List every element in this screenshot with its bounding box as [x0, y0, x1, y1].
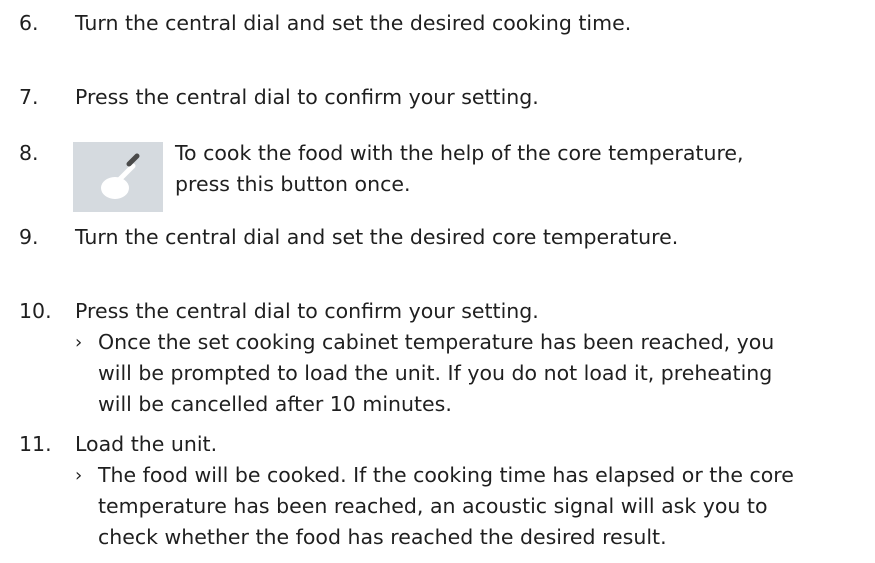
step-number: 8.: [19, 141, 39, 165]
step-text: Load the unit.: [75, 432, 218, 456]
core-temperature-probe-icon: [73, 142, 163, 212]
step-text-line: To cook the food with the help of the co…: [175, 141, 744, 165]
step-number: 7.: [19, 85, 39, 109]
result-arrow: ›: [75, 465, 83, 486]
result-line: will be cancelled after 10 minutes.: [98, 392, 452, 416]
step-9: 9. Turn the central dial and set the des…: [0, 222, 875, 253]
step-10: 10. Press the central dial to confirm yo…: [0, 296, 875, 426]
step-8: 8. To cook the food with the help of the…: [0, 140, 875, 212]
step-number: 9.: [19, 225, 39, 249]
result-line: temperature has been reached, an acousti…: [98, 494, 768, 518]
step-text: Turn the central dial and set the desire…: [75, 11, 632, 35]
step-text: To cook the food with the help of the co…: [175, 138, 744, 200]
result-text: The food will be cooked. If the cooking …: [98, 460, 858, 553]
step-number: 10.: [19, 299, 52, 323]
result-text: Once the set cooking cabinet temperature…: [98, 327, 858, 420]
result-line: The food will be cooked. If the cooking …: [98, 463, 794, 487]
step-number: 11.: [19, 432, 52, 456]
result-line: will be prompted to load the unit. If yo…: [98, 361, 773, 385]
result-line: check whether the food has reached the d…: [98, 525, 667, 549]
step-text: Turn the central dial and set the desire…: [75, 225, 679, 249]
step-7: 7. Press the central dial to confirm you…: [0, 82, 875, 113]
step-text: Press the central dial to confirm your s…: [75, 299, 539, 323]
step-text-line: press this button once.: [175, 172, 411, 196]
result-arrow: ›: [75, 332, 83, 353]
result-line: Once the set cooking cabinet temperature…: [98, 330, 775, 354]
step-number: 6.: [19, 11, 39, 35]
step-text: Press the central dial to confirm your s…: [75, 85, 539, 109]
probe-graphic: [101, 153, 140, 199]
step-11: 11. Load the unit. › The food will be co…: [0, 429, 875, 559]
step-6: 6. Turn the central dial and set the des…: [0, 8, 875, 39]
